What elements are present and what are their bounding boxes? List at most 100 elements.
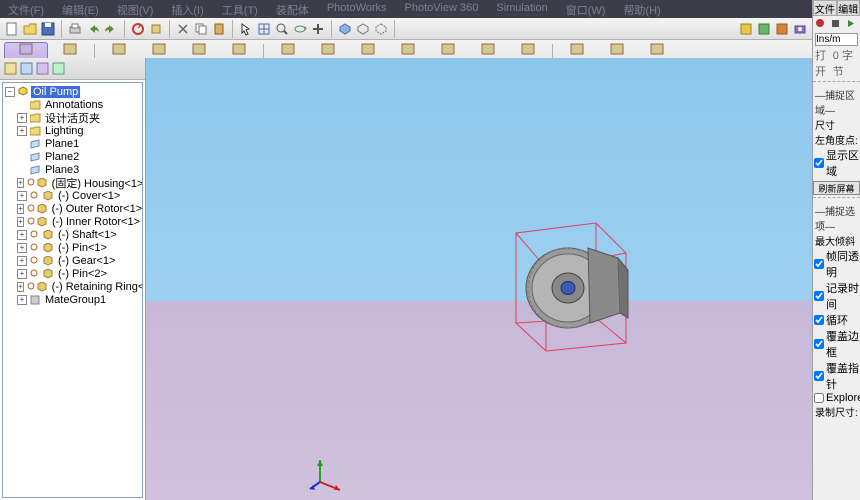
- opt-transparent[interactable]: 帧同透明: [813, 248, 860, 280]
- capture-hotkey-input[interactable]: [815, 33, 858, 46]
- render-icon[interactable]: [774, 21, 790, 37]
- tree-item-icon: [29, 125, 41, 136]
- toolbar-main: /* inline svgs */: [0, 18, 860, 40]
- tree-item[interactable]: Plane2: [3, 150, 142, 163]
- menu-item[interactable]: 视图(V): [117, 2, 154, 16]
- record-icon[interactable]: [814, 17, 828, 31]
- opt-timestamp[interactable]: 记录时间: [813, 280, 860, 312]
- tree-item-icon: [42, 242, 54, 253]
- cut-icon[interactable]: [175, 21, 191, 37]
- tree-item[interactable]: +(-) Gear<1>: [3, 254, 142, 267]
- tree-item-icon: [29, 99, 41, 110]
- label-corner: 左角度点:: [813, 132, 860, 147]
- tree-item[interactable]: +(固定) Housing<1>: [3, 176, 142, 189]
- tree-content[interactable]: −Oil PumpAnnotations+设计活页夹+LightingPlane…: [2, 82, 143, 498]
- menu-item[interactable]: 插入(I): [171, 2, 203, 16]
- menu-item[interactable]: PhotoWorks: [327, 2, 387, 16]
- tree-item-icon: [37, 203, 48, 214]
- tree-item-label: (-) Pin<2>: [56, 268, 109, 280]
- capture-opt-group: —捕捉选项—: [813, 203, 860, 233]
- tree-item-label: Plane1: [43, 138, 81, 150]
- paste-icon[interactable]: [211, 21, 227, 37]
- feature-tree-panel: −Oil PumpAnnotations+设计活页夹+LightingPlane…: [0, 58, 146, 500]
- options-icon[interactable]: [148, 21, 164, 37]
- opt-explorer[interactable]: Explorer: [813, 392, 860, 404]
- tree-item-icon: [42, 190, 54, 201]
- new-icon[interactable]: [4, 21, 20, 37]
- tab-display-icon[interactable]: [52, 62, 66, 76]
- undo-icon[interactable]: [85, 21, 101, 37]
- menu-item[interactable]: 帮助(H): [623, 2, 660, 16]
- tree-item[interactable]: +设计活页夹: [3, 111, 142, 124]
- tree-item-label: (固定) Housing<1>: [50, 175, 143, 191]
- camera-icon[interactable]: [792, 21, 808, 37]
- opt-loop[interactable]: 循环: [813, 312, 860, 328]
- zoom-fit-icon[interactable]: [256, 21, 272, 37]
- opt-overlay-cursor[interactable]: 覆盖指针: [813, 360, 860, 392]
- show-area-checkbox[interactable]: 显示区域: [813, 147, 860, 179]
- play-icon[interactable]: [844, 17, 858, 31]
- pan-icon[interactable]: [310, 21, 326, 37]
- tab-feature-tree-icon[interactable]: [4, 62, 18, 76]
- tree-item-label: (-) Outer Rotor<1>: [50, 203, 143, 215]
- save-icon[interactable]: [40, 21, 56, 37]
- opt-overlay-border[interactable]: 覆盖边框: [813, 328, 860, 360]
- tree-item[interactable]: Plane1: [3, 137, 142, 150]
- capture-panel: 文件 编辑 打开0 字节 —捕捉区域— 尺寸 左角度点: 显示区域 刷新屏幕 —…: [812, 0, 860, 500]
- appearance-icon[interactable]: [738, 21, 754, 37]
- tree-item[interactable]: +(-) Inner Rotor<1>: [3, 215, 142, 228]
- tree-item-label: (-) Gear<1>: [56, 255, 117, 267]
- tree-root[interactable]: −Oil Pump: [3, 85, 142, 98]
- shaded-icon[interactable]: [337, 21, 353, 37]
- tree-item-label: 设计活页夹: [43, 110, 102, 126]
- tree-item[interactable]: +MateGroup1: [3, 293, 142, 306]
- menu-item[interactable]: 编辑(E): [62, 2, 99, 16]
- menu-item[interactable]: 工具(T): [222, 2, 258, 16]
- wireframe-icon[interactable]: [355, 21, 371, 37]
- tree-item[interactable]: +(-) Outer Rotor<1>: [3, 202, 142, 215]
- right-tab-file[interactable]: 文件: [813, 0, 837, 16]
- tab-config-icon[interactable]: [36, 62, 50, 76]
- tree-item[interactable]: +(-) Shaft<1>: [3, 228, 142, 241]
- right-tab-edit[interactable]: 编辑: [837, 0, 860, 16]
- menu-item[interactable]: 窗口(W): [566, 2, 606, 16]
- viewport-3d[interactable]: [146, 58, 860, 500]
- tree-item[interactable]: +(-) Pin<2>: [3, 267, 142, 280]
- tab-property-icon[interactable]: [20, 62, 34, 76]
- bounding-box: [506, 203, 636, 353]
- tree-tabs: [0, 58, 145, 80]
- tree-item-icon: [29, 151, 41, 162]
- select-icon[interactable]: [238, 21, 254, 37]
- tree-item-label: (-) Cover<1>: [56, 190, 122, 202]
- stop-icon[interactable]: [829, 17, 843, 31]
- rotate-icon[interactable]: [292, 21, 308, 37]
- tree-item-label: (-) Retaining Ring<1>: [50, 281, 143, 293]
- open-icon[interactable]: [22, 21, 38, 37]
- hidden-lines-icon[interactable]: [373, 21, 389, 37]
- menu-item[interactable]: 文件(F): [8, 2, 44, 16]
- menu-item[interactable]: PhotoView 360: [405, 2, 479, 16]
- copy-icon[interactable]: [193, 21, 209, 37]
- tree-item-icon: [37, 177, 48, 188]
- tree-item-icon: [29, 294, 41, 305]
- rebuild-icon[interactable]: [130, 21, 146, 37]
- label-rec-size: 录制尺寸:: [813, 404, 860, 419]
- tree-item-icon: [29, 112, 41, 123]
- tree-item[interactable]: +Lighting: [3, 124, 142, 137]
- tree-item-label: (-) Pin<1>: [56, 242, 109, 254]
- capture-area-group: —捕捉区域—: [813, 87, 860, 117]
- tree-item-icon: [29, 164, 41, 175]
- tree-item[interactable]: +(-) Retaining Ring<1>: [3, 280, 142, 293]
- redo-icon[interactable]: [103, 21, 119, 37]
- zoom-area-icon[interactable]: [274, 21, 290, 37]
- menu-item[interactable]: 装配体: [276, 2, 309, 16]
- tree-item-label: Plane2: [43, 151, 81, 163]
- tree-item[interactable]: +(-) Pin<1>: [3, 241, 142, 254]
- menu-item[interactable]: Simulation: [496, 2, 547, 16]
- refresh-screen-button[interactable]: 刷新屏幕: [813, 181, 860, 195]
- print-icon[interactable]: [67, 21, 83, 37]
- tree-item-label: Lighting: [43, 125, 86, 137]
- tree-item-label: (-) Shaft<1>: [56, 229, 119, 241]
- tree-item[interactable]: +(-) Cover<1>: [3, 189, 142, 202]
- scene-icon[interactable]: [756, 21, 772, 37]
